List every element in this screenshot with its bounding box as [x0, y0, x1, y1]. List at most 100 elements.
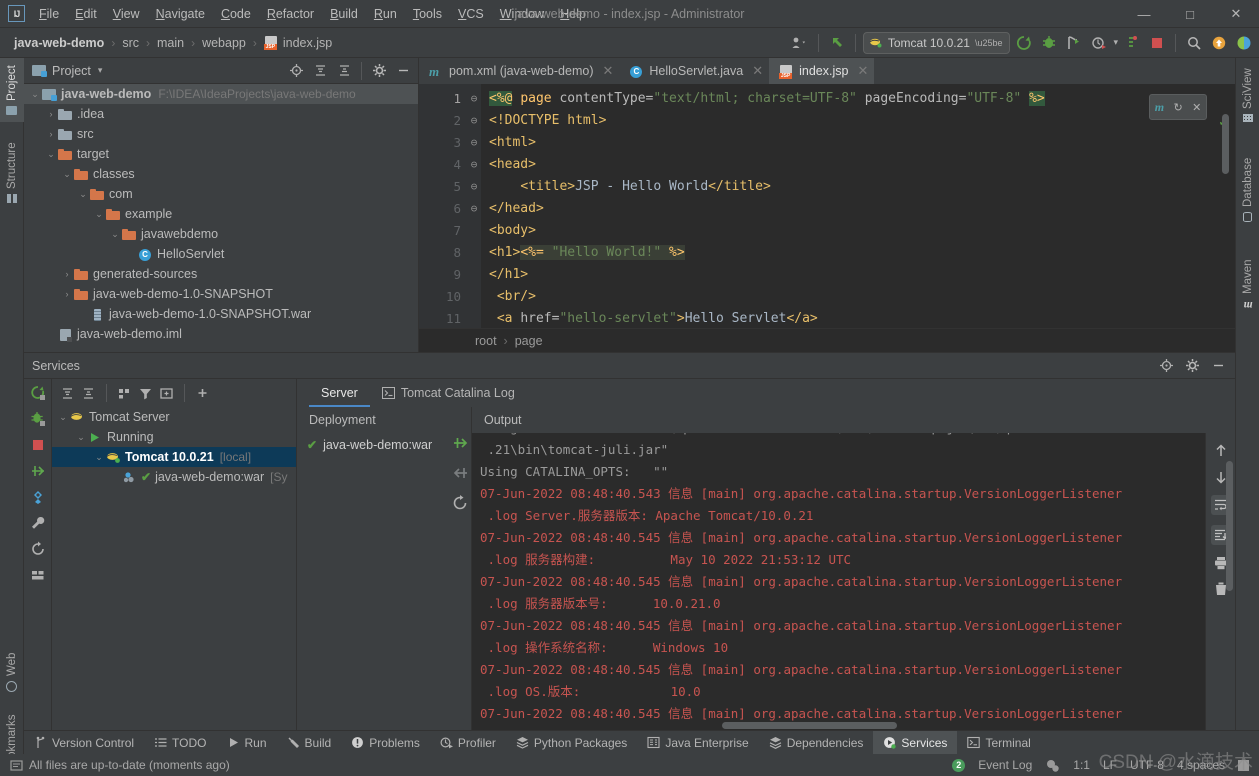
- chevron-down-icon[interactable]: ⌄: [92, 209, 106, 220]
- close-icon[interactable]: ✕: [1192, 101, 1201, 114]
- menu-item-refactor[interactable]: Refactor: [259, 4, 322, 24]
- chevron-right-icon[interactable]: ›: [44, 109, 58, 119]
- chevron-right-icon[interactable]: ›: [44, 129, 58, 139]
- fold-marker-icon[interactable]: ⊖: [467, 88, 481, 110]
- deploy-icon[interactable]: [30, 463, 46, 479]
- settings-gear-icon[interactable]: [368, 60, 390, 82]
- rerun-icon[interactable]: [30, 385, 46, 401]
- menu-item-tools[interactable]: Tools: [405, 4, 450, 24]
- chevron-right-icon[interactable]: ›: [60, 269, 74, 279]
- stop-icon[interactable]: [1146, 32, 1168, 54]
- chevron-down-icon[interactable]: ⌄: [76, 189, 90, 200]
- sidebar-item-database[interactable]: Database: [1236, 152, 1259, 228]
- fold-gutter[interactable]: ⊖ ⊖ ⊖ ⊖ ⊖ ⊖: [467, 84, 481, 328]
- expand-all-icon[interactable]: [60, 386, 75, 401]
- console-scrollbar[interactable]: [1226, 461, 1233, 591]
- breadcrumb-item-2[interactable]: main: [157, 36, 184, 50]
- group-icon[interactable]: [117, 386, 132, 401]
- run-with-coverage-icon[interactable]: [1063, 32, 1085, 54]
- breadcrumb-item-0[interactable]: java-web-demo: [14, 36, 104, 50]
- tree-row[interactable]: › java-web-demo-1.0-SNAPSHOT: [24, 284, 418, 304]
- close-icon[interactable]: ✕: [752, 63, 763, 79]
- redeploy-icon[interactable]: [452, 495, 469, 511]
- close-icon[interactable]: ✕: [857, 63, 868, 79]
- menu-item-navigate[interactable]: Navigate: [148, 4, 213, 24]
- menu-item-vcs[interactable]: VCS: [450, 4, 492, 24]
- chevron-down-icon[interactable]: ▾: [98, 65, 103, 76]
- sidebar-item-sciview[interactable]: SciView: [1236, 62, 1259, 128]
- editor-tab-pom-xml[interactable]: m pom.xml (java-web-demo) ✕: [419, 58, 619, 84]
- expand-all-icon[interactable]: [309, 60, 331, 82]
- toolwindow-button-run[interactable]: Run: [217, 731, 277, 755]
- add-tab-icon[interactable]: [159, 386, 174, 401]
- services-tree-row[interactable]: ✔ java-web-demo:war [Sy: [52, 467, 296, 487]
- edit-config-icon[interactable]: [30, 489, 46, 505]
- memory-indicator[interactable]: [1238, 759, 1249, 771]
- filter-icon[interactable]: [138, 386, 153, 401]
- chevron-down-icon[interactable]: ⌄: [74, 432, 88, 443]
- tree-row[interactable]: ⌄ classes: [24, 164, 418, 184]
- chevron-down-icon[interactable]: ⌄: [28, 89, 42, 100]
- deployment-list[interactable]: ✔ java-web-demo:war: [297, 433, 471, 455]
- code-editor[interactable]: 1 2 3 4 5 6 7 8 9 10 11 ⊖ ⊖ ⊖ ⊖ ⊖ ⊖ <%@ page contentTyp…: [419, 84, 1235, 328]
- tree-row[interactable]: ⌄ com: [24, 184, 418, 204]
- chevron-down-icon[interactable]: ⌄: [60, 169, 74, 180]
- menu-item-run[interactable]: Run: [366, 4, 405, 24]
- debug-icon[interactable]: [1038, 32, 1060, 54]
- close-icon[interactable]: ✕: [602, 63, 613, 79]
- services-tree[interactable]: ⌄ Tomcat Server ⌄ Running ⌄ Tomcat 10.0.21 [lo…: [52, 407, 296, 730]
- run-configuration-selector[interactable]: Tomcat 10.0.21 \u25be: [862, 31, 1011, 54]
- caret-position[interactable]: 1:1: [1073, 758, 1090, 772]
- undeploy-icon[interactable]: [452, 465, 469, 481]
- fold-marker-icon[interactable]: ⊖: [467, 132, 481, 154]
- file-encoding[interactable]: UTF-8: [1130, 758, 1164, 772]
- menu-item-file[interactable]: File: [31, 4, 67, 24]
- scroll-up-icon[interactable]: [1213, 443, 1229, 459]
- hide-icon[interactable]: [392, 60, 414, 82]
- code-content[interactable]: <%@ page contentType="text/html; charset…: [481, 84, 1235, 328]
- console-horizontal-scrollbar[interactable]: [722, 722, 897, 729]
- services-tree-row[interactable]: ⌄ Running: [52, 427, 296, 447]
- fold-marker-icon[interactable]: ⊖: [467, 198, 481, 220]
- chevron-down-icon[interactable]: ⌄: [56, 412, 70, 423]
- run-icon[interactable]: [1013, 32, 1035, 54]
- tree-row[interactable]: C HelloServlet: [24, 244, 418, 264]
- tree-row[interactable]: ⌄ javawebdemo: [24, 224, 418, 244]
- editor-tab-index-jsp[interactable]: index.jsp ✕: [769, 58, 875, 84]
- toolwindow-button-todo[interactable]: TODO: [144, 731, 216, 755]
- deploy-icon[interactable]: [452, 435, 469, 451]
- services-tab-tomcat[interactable]: Tomcat Catalina Log: [370, 379, 527, 407]
- ide-assistant-icon[interactable]: [1233, 32, 1255, 54]
- inspection-icon[interactable]: [1045, 758, 1060, 773]
- breadcrumb-item-3[interactable]: webapp: [202, 36, 246, 50]
- jsp-preview-widget[interactable]: m ↻ ✕: [1149, 94, 1207, 120]
- sidebar-item-maven[interactable]: m Maven: [1236, 254, 1259, 316]
- stop-service-icon[interactable]: [1121, 32, 1143, 54]
- layout-icon[interactable]: [30, 567, 46, 583]
- editor-breadcrumb-item[interactable]: root: [475, 334, 497, 348]
- toolwindow-button-version-control[interactable]: Version Control: [24, 731, 144, 755]
- debug-icon[interactable]: [30, 411, 46, 427]
- tree-row[interactable]: ⌄ java-web-demo F:\IDEA\IdeaProjects\java-…: [24, 84, 418, 104]
- breadcrumb-item-4[interactable]: index.jsp: [283, 36, 332, 50]
- sidebar-item-web[interactable]: Web: [0, 646, 24, 698]
- wrench-icon[interactable]: [30, 515, 46, 531]
- toolwindow-button-dependencies[interactable]: Dependencies: [759, 731, 874, 755]
- chevron-down-icon[interactable]: ⌄: [44, 149, 58, 160]
- project-tree[interactable]: ⌄ java-web-demo F:\IDEA\IdeaProjects\java-…: [24, 84, 418, 352]
- undo-arrow-icon[interactable]: [826, 32, 848, 54]
- close-button[interactable]: ✕: [1213, 0, 1259, 28]
- services-tree-row[interactable]: ⌄ Tomcat 10.0.21 [local]: [52, 447, 296, 467]
- sidebar-item-project[interactable]: Project: [0, 58, 24, 122]
- event-log-button[interactable]: Event Log: [978, 758, 1032, 772]
- settings-gear-icon[interactable]: [1181, 355, 1203, 377]
- maximize-button[interactable]: □: [1167, 0, 1213, 28]
- collapse-all-icon[interactable]: [333, 60, 355, 82]
- locate-icon[interactable]: [1155, 355, 1177, 377]
- chevron-down-icon[interactable]: ⌄: [108, 229, 122, 240]
- console-output[interactable]: Using CLASSPATH: F:\apache-tomcat-10.0.2…: [472, 433, 1205, 730]
- fold-marker-icon[interactable]: ⊖: [467, 176, 481, 198]
- tree-row[interactable]: ⌄ example: [24, 204, 418, 224]
- menu-item-view[interactable]: View: [105, 4, 148, 24]
- toolwindow-button-services[interactable]: Services: [873, 730, 958, 755]
